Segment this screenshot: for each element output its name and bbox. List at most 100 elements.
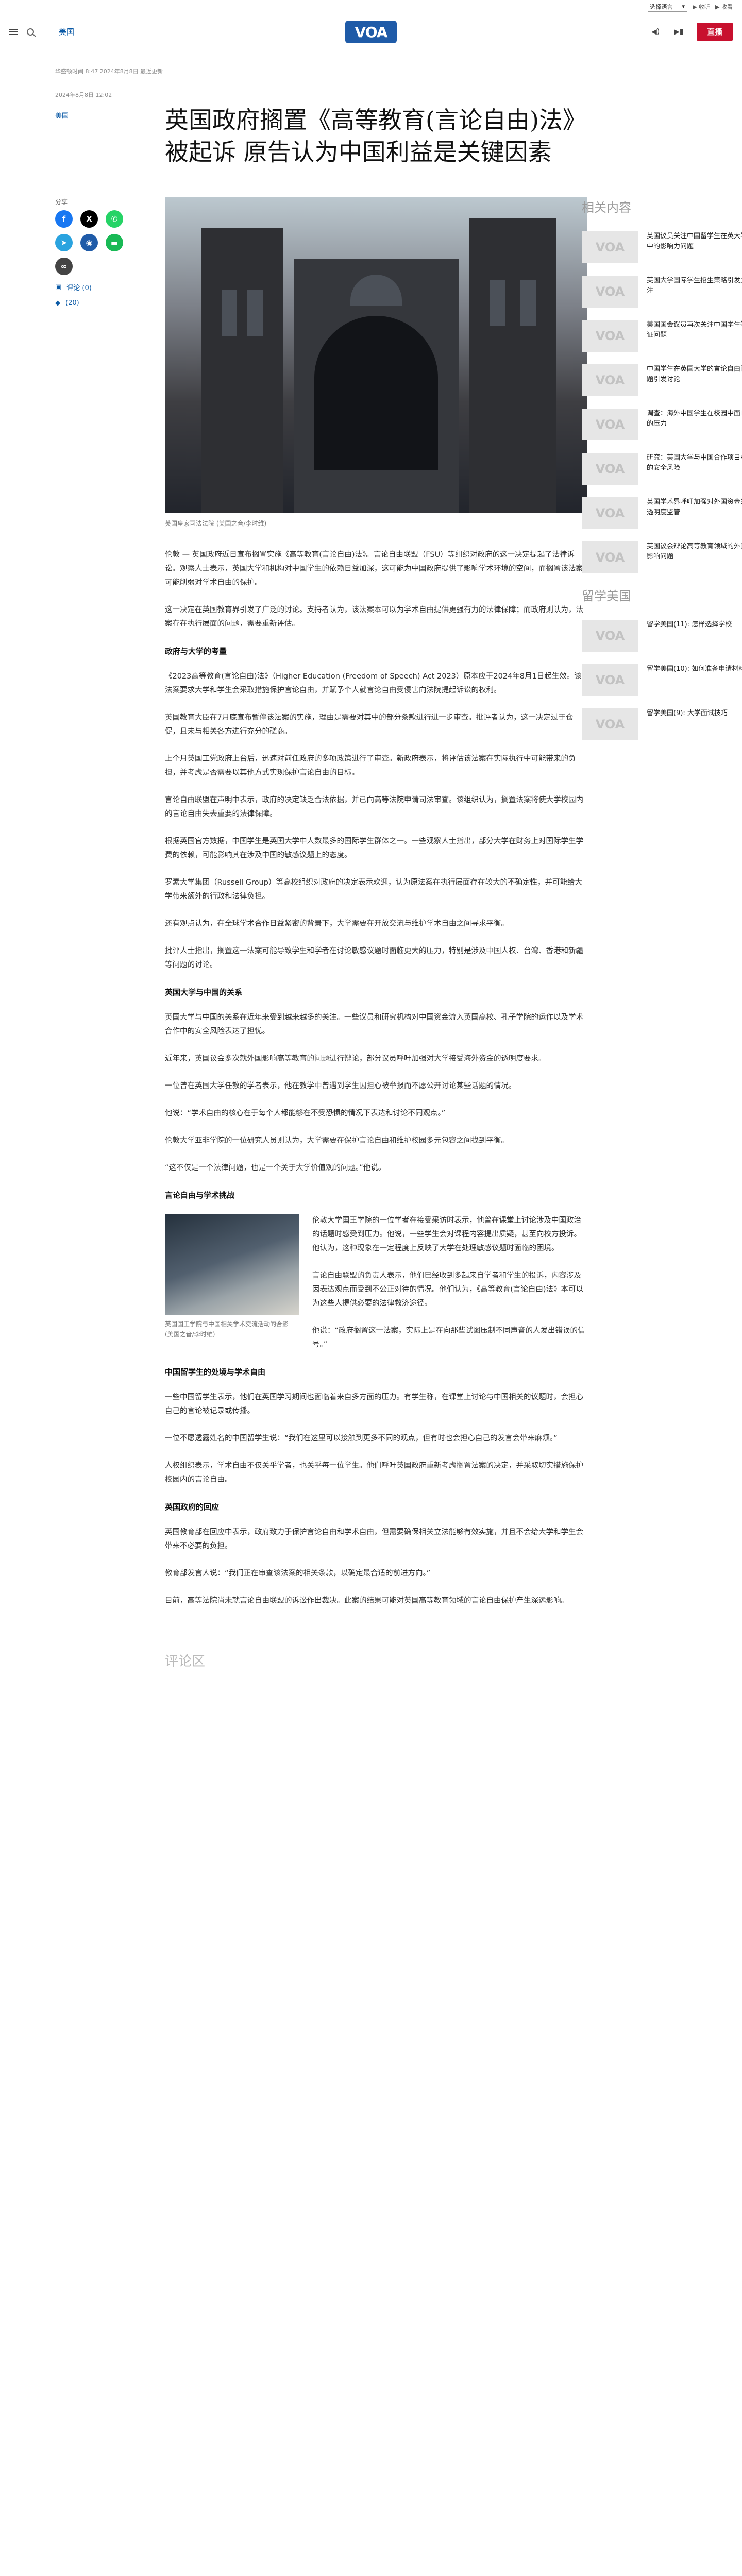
body-paragraph: 一位不愿透露姓名的中国留学生说：“我们在这里可以接触到更多不同的观点，但有时也会… [165, 1434, 558, 1443]
body-paragraph: 他说：“学术自由的核心在于每个人都能够在不受恐惧的情况下表达和讨论不同观点。” [165, 1109, 446, 1117]
whatsapp-icon[interactable]: ✆ [106, 210, 123, 228]
body-paragraph: 《2023高等教育(言论自由)法》（Higher Education (Free… [165, 672, 582, 694]
body-paragraph: 言论自由联盟在声明中表示，政府的决定缺乏合法依据，并已向高等法院申请司法审查。该… [165, 796, 583, 818]
inline-figure: 英国国王学院与中国相关学术交流活动的合影 (美国之音/李时维) [165, 1214, 299, 1340]
video-icon[interactable]: ▶▮ [674, 28, 683, 36]
related-item[interactable]: VOA 研究：英国大学与中国合作项目中的安全风险 [582, 453, 742, 485]
section-link[interactable]: 美国 [59, 26, 74, 37]
related-item-title: 英国大学国际学生招生策略引发关注 [647, 277, 742, 295]
section-heading: 中国留学生的处境与学术自由 [165, 1367, 266, 1377]
related-item[interactable]: VOA 中国学生在英国大学的言论自由问题引发讨论 [582, 364, 742, 396]
live-button[interactable]: 直播 [696, 23, 733, 41]
share-count[interactable]: ◆ (20) [55, 299, 158, 307]
body-paragraph: 批评人士指出，搁置这一法案可能导致学生和学者在讨论敏感议题时面临更大的压力，特别… [165, 947, 583, 969]
study-item-title: 留学美国(11): 怎样选择学校 [647, 621, 732, 629]
article-main: 英国皇家司法法院 (美国之音/李时维) 伦敦 — 英国政府近日宣布搁置实施《高等… [165, 197, 587, 1670]
related-item-title: 英国议会辩论高等教育领域的外国影响问题 [647, 543, 742, 561]
share-count-label: (20) [65, 299, 79, 307]
language-select-value: 选择语言 [650, 3, 673, 10]
study-item[interactable]: VOA 留学美国(11): 怎样选择学校 [582, 620, 742, 652]
line-icon[interactable]: ▬ [106, 234, 123, 251]
article-updated-time: 华盛顿时间 8:47 2024年8月8日 最近更新 [55, 68, 163, 75]
body-paragraph: 目前，高等法院尚未就言论自由联盟的诉讼作出裁决。此案的结果可能对英国高等教育领域… [165, 1597, 568, 1605]
article-body: 伦敦 — 英国政府近日宣布搁置实施《高等教育(言论自由)法》。言论自由联盟（FS… [165, 548, 587, 1621]
related-item-title: 研究：英国大学与中国合作项目中的安全风险 [647, 454, 742, 472]
section-heading: 英国政府的回应 [165, 1502, 220, 1512]
comments-count-label: 评论 (0) [66, 284, 92, 292]
x-twitter-icon[interactable]: X [80, 210, 98, 228]
inline-image[interactable] [165, 1214, 299, 1315]
language-select[interactable]: 选择语言 ▾ [647, 1, 688, 12]
voa-placeholder-thumbnail: VOA [582, 364, 638, 396]
voa-placeholder-thumbnail: VOA [582, 320, 638, 352]
voa-placeholder-thumbnail: VOA [582, 708, 638, 740]
voa-placeholder-thumbnail: VOA [582, 541, 638, 573]
voa-placeholder-thumbnail: VOA [582, 231, 638, 263]
facebook-icon[interactable]: f [55, 210, 73, 228]
chevron-down-icon: ▾ [682, 3, 685, 10]
section-heading: 言论自由与学术挑战 [165, 1191, 235, 1200]
related-heading-label: 相关内容 [582, 200, 631, 215]
study-item-title: 留学美国(10): 如何准备申请材料 [647, 665, 742, 673]
body-paragraph: 伦敦大学亚非学院的一位研究人员则认为，大学需要在保护言论自由和维护校园多元包容之… [165, 1137, 509, 1145]
voa-placeholder-thumbnail: VOA [582, 453, 638, 485]
body-paragraph: 英国教育大臣在7月底宣布暂停该法案的实施，理由是需要对其中的部分条款进行进一步审… [165, 714, 574, 736]
body-paragraph: 一位曾在英国大学任教的学者表示，他在教学中曾遇到学生因担心被举报而不愿公开讨论某… [165, 1082, 516, 1090]
comments-count[interactable]: ▣ 评论 (0) [55, 282, 158, 292]
section-heading: 英国大学与中国的关系 [165, 988, 243, 997]
chat-icon: ◆ [55, 299, 60, 307]
study-heading[interactable]: 留学美国 › [582, 586, 742, 609]
related-item[interactable]: VOA 英国学术界呼吁加强对外国资金的透明度监管 [582, 497, 742, 529]
article-title: 英国政府搁置《高等教育(言论自由)法》被起诉 原告认为中国利益是关键因素 [165, 106, 586, 166]
related-item[interactable]: VOA 英国议会辩论高等教育领域的外国影响问题 [582, 541, 742, 573]
link-icon[interactable]: ∞ [55, 258, 73, 275]
telegram-icon[interactable]: ➤ [55, 234, 73, 251]
share-label: 分享 [55, 198, 68, 206]
body-paragraph: “这不仅是一个法律问题，也是一个关于大学价值观的问题。”他说。 [165, 1164, 386, 1172]
related-item[interactable]: VOA 调查：海外中国学生在校园中面临的压力 [582, 409, 742, 440]
section-heading: 政府与大学的考量 [165, 647, 227, 656]
related-item[interactable]: VOA 英国议员关注中国留学生在英大学中的影响力问题 [582, 231, 742, 263]
right-sidebar: 相关内容 VOA 英国议员关注中国留学生在英大学中的影响力问题 VOA 英国大学国际学… [582, 197, 742, 753]
audio-icon[interactable]: ◀) [651, 28, 661, 36]
related-item-title: 调查：海外中国学生在校园中面临的压力 [647, 410, 742, 428]
hero-caption: 英国皇家司法法院 (美国之音/李时维) [165, 520, 267, 527]
hamburger-menu-icon[interactable] [9, 28, 18, 35]
voa-placeholder-thumbnail: VOA [582, 620, 638, 652]
study-item[interactable]: VOA 留学美国(9): 大学面试技巧 [582, 708, 742, 740]
comments-heading: 评论区 [165, 1642, 587, 1670]
watch-link[interactable]: ▶ 收看 [715, 3, 733, 11]
related-item[interactable]: VOA 美国国会议员再次关注中国学生签证问题 [582, 320, 742, 352]
related-heading: 相关内容 [582, 197, 742, 221]
body-paragraph: 根据英国官方数据，中国学生是英国大学中人数最多的国际学生群体之一。一些观察人士指… [165, 837, 583, 859]
body-paragraph: 英国教育部在回应中表示，政府致力于保护言论自由和学术自由，但需要确保相关立法能够… [165, 1528, 583, 1550]
related-item-title: 英国议员关注中国留学生在英大学中的影响力问题 [647, 232, 742, 250]
related-item-title: 美国国会议员再次关注中国学生签证问题 [647, 321, 742, 339]
voa-placeholder-thumbnail: VOA [582, 497, 638, 529]
body-paragraph: 还有观点认为，在全球学术合作日益紧密的背景下，大学需要在开放交流与维护学术自由之… [165, 920, 509, 928]
related-item[interactable]: VOA 英国大学国际学生招生策略引发关注 [582, 276, 742, 308]
study-item[interactable]: VOA 留学美国(10): 如何准备申请材料 [582, 664, 742, 696]
voa-placeholder-thumbnail: VOA [582, 409, 638, 440]
study-heading-label: 留学美国 [582, 589, 631, 603]
body-paragraph: 近年来，英国议会多次就外国影响高等教育的问题进行辩论，部分议员呼吁加强对大学接受… [165, 1055, 546, 1063]
body-paragraph: 伦敦 — 英国政府近日宣布搁置实施《高等教育(言论自由)法》。言论自由联盟（FS… [165, 551, 583, 587]
search-icon[interactable] [27, 28, 34, 36]
article-published-time: 2024年8月8日 12:02 [55, 92, 112, 98]
related-item-title: 英国学术界呼吁加强对外国资金的透明度监管 [647, 498, 742, 516]
listen-link[interactable]: ▶ 收听 [693, 3, 710, 11]
voa-placeholder-thumbnail: VOA [582, 664, 638, 696]
body-paragraph: 教育部发言人说：“我们正在审查该法案的相关条款，以确定最合适的前进方向。” [165, 1569, 431, 1578]
body-paragraph: 英国大学与中国的关系在近年来受到越来越多的关注。一些议员和研究机构对中国资金流入… [165, 1013, 583, 1036]
hero-image[interactable] [165, 197, 587, 513]
comment-icon: ▣ [55, 283, 62, 291]
body-paragraph: 罗素大学集团（Russell Group）等高校组织对政府的决定表示欢迎，认为原… [165, 878, 582, 901]
share-panel: 分享 f X ✆ ➤ ◉ ▬ ∞ ▣ 评论 (0) ◆ (20) [55, 197, 158, 307]
weibo-icon[interactable]: ◉ [80, 234, 98, 251]
voa-placeholder-thumbnail: VOA [582, 276, 638, 308]
site-header: 美国 VOA ◀) ▶▮ 直播 [0, 13, 742, 50]
inline-image-caption: 英国国王学院与中国相关学术交流活动的合影 (美国之音/李时维) [165, 1320, 289, 1338]
study-item-title: 留学美国(9): 大学面试技巧 [647, 709, 728, 717]
voa-logo[interactable]: VOA [345, 21, 397, 43]
body-paragraph: 一些中国留学生表示，他们在英国学习期间也面临着来自多方面的压力。有学生称，在课堂… [165, 1393, 583, 1415]
